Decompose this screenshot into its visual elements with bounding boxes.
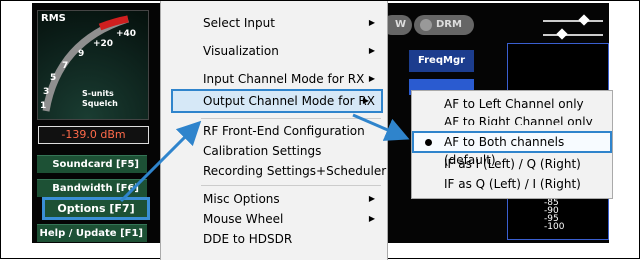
figure-frame: RMS +40 +20 9 7 5 3 1 S-units Squelch -1… [0, 0, 640, 260]
callout-arrows [119, 113, 410, 203]
arrow-to-submenu [352, 113, 410, 141]
arrow-to-menu [119, 120, 202, 203]
